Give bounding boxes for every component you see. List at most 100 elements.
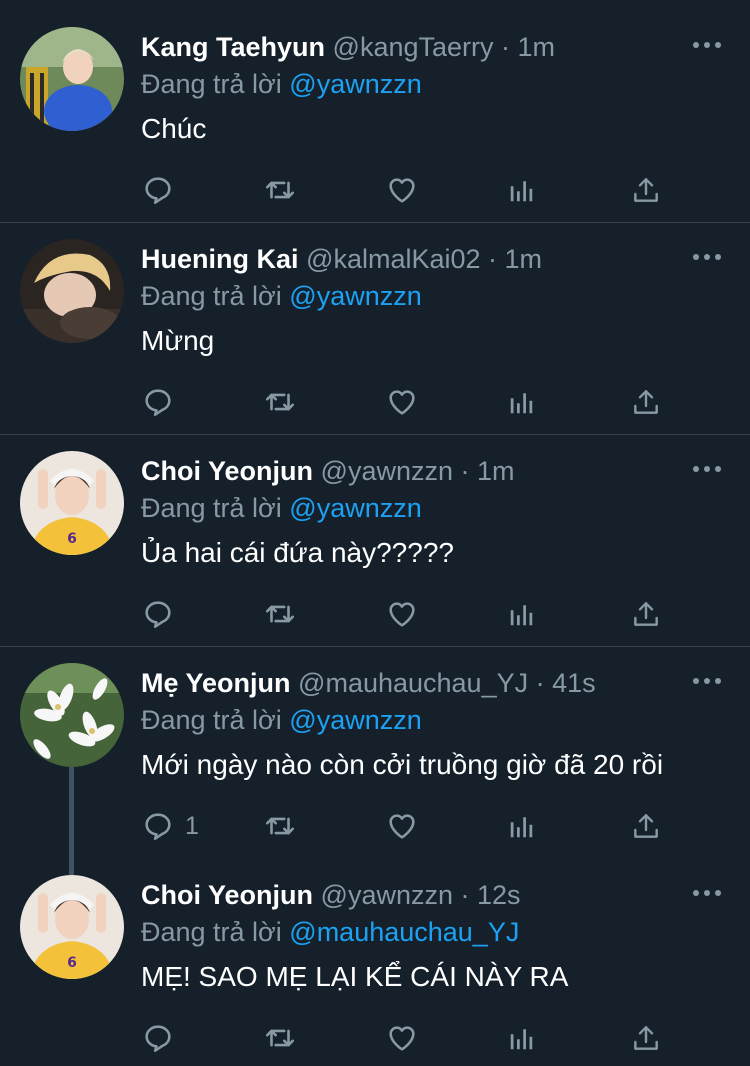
reply-icon [145,389,171,417]
tweet-actions: 1 [141,806,681,846]
retweet-icon [265,393,295,411]
more-icon[interactable] [692,886,722,898]
thread-line [69,848,74,875]
display-name[interactable]: Huening Kai [141,244,299,274]
mention-link[interactable]: @yawnzzn [289,69,421,99]
handle[interactable]: @mauhauchau_YJ [298,668,528,698]
more-icon[interactable] [692,250,722,262]
retweet-button[interactable] [262,170,298,210]
thread-line [69,767,74,848]
tweet-header: Mẹ Yeonjun @mauhauchau_YJ · 41s [141,664,680,702]
analytics-icon [510,393,533,414]
analytics-icon [510,817,533,838]
avatar[interactable]: 6 [20,451,124,555]
tweet-text: Mới ngày nào còn cởi truồng giờ đã 20 rồ… [141,749,664,780]
analytics-button[interactable] [507,382,537,422]
share-button[interactable] [630,1018,662,1058]
display-name[interactable]: Choi Yeonjun [141,456,313,486]
handle[interactable]: @yawnzzn [321,880,453,910]
tweet[interactable]: 6 Choi Yeonjun @yawnzzn · 1m Đang trả lờ… [0,424,750,647]
tweet[interactable]: Mẹ Yeonjun @mauhauchau_YJ · 41s Đang trả… [0,636,750,848]
tweet[interactable]: Huening Kai @kalmalKai02 · 1m Đang trả l… [0,212,750,435]
replying-to: Đang trả lời @yawnzzn [141,278,422,314]
replying-prefix: Đang trả lời [141,493,282,523]
analytics-button[interactable] [507,594,537,634]
timestamp[interactable]: · 1m [461,456,515,486]
more-icon[interactable] [692,462,722,474]
replying-to: Đang trả lời @yawnzzn [141,702,422,738]
share-button[interactable] [630,382,662,422]
timestamp[interactable]: · 41s [536,668,596,698]
reply-icon [145,177,171,205]
heart-icon [389,390,415,415]
like-button[interactable] [385,806,419,846]
avatar[interactable]: 6 [20,875,124,979]
tweet-text: Ủa hai cái đứa này????? [141,537,454,568]
mention-link[interactable]: @mauhauchau_YJ [289,917,519,947]
display-name[interactable]: Kang Taehyun [141,32,325,62]
mention-link[interactable]: @yawnzzn [289,281,421,311]
heart-icon [389,1026,415,1051]
heart-icon [389,602,415,627]
share-icon [634,814,658,838]
analytics-icon [510,181,533,202]
mention-link[interactable]: @yawnzzn [289,705,421,735]
tweet-text: Mừng [141,325,215,356]
like-button[interactable] [385,1018,419,1058]
reply-button[interactable] [141,170,185,210]
tweet-actions [141,594,681,634]
retweet-button[interactable] [262,594,298,634]
retweet-button[interactable] [262,382,298,422]
like-button[interactable] [385,170,419,210]
share-button[interactable] [630,170,662,210]
analytics-icon [510,1029,533,1050]
retweet-icon [265,1029,295,1047]
svg-text:6: 6 [67,955,77,971]
reply-icon [145,1025,171,1053]
share-icon [634,1026,658,1050]
tweet-actions [141,170,681,210]
share-icon [634,178,658,202]
reply-button[interactable] [141,594,185,634]
heart-icon [389,814,415,839]
like-button[interactable] [385,382,419,422]
more-icon[interactable] [692,674,722,686]
timestamp[interactable]: · 12s [461,880,521,910]
share-button[interactable] [630,594,662,634]
tweet[interactable]: 6 Choi Yeonjun @yawnzzn · 12s Đang trả l… [0,848,750,1066]
handle[interactable]: @yawnzzn [321,456,453,486]
analytics-button[interactable] [507,1018,537,1058]
share-button[interactable] [630,806,662,846]
timestamp[interactable]: · 1m [488,244,542,274]
reply-button[interactable] [141,382,185,422]
display-name[interactable]: Choi Yeonjun [141,880,313,910]
handle[interactable]: @kangTaerry [333,32,494,62]
analytics-button[interactable] [507,170,537,210]
tweet-actions [141,382,681,422]
retweet-icon [265,181,295,199]
analytics-button[interactable] [507,806,537,846]
replying-prefix: Đang trả lời [141,281,282,311]
avatar[interactable] [20,239,124,343]
mention-link[interactable]: @yawnzzn [289,493,421,523]
display-name[interactable]: Mẹ Yeonjun [141,668,291,698]
retweet-button[interactable] [262,1018,298,1058]
reply-button[interactable]: 1 [141,806,199,846]
like-button[interactable] [385,594,419,634]
reply-count: 1 [185,811,199,840]
avatar[interactable] [20,663,124,767]
avatar[interactable] [20,27,124,131]
tweet-actions [141,1018,681,1058]
tweet[interactable]: Kang Taehyun @kangTaerry · 1m Đang trả l… [0,0,750,223]
reply-button[interactable] [141,1018,185,1058]
more-icon[interactable] [692,38,722,50]
reply-icon [145,813,171,841]
replying-to: Đang trả lời @yawnzzn [141,66,422,102]
retweet-icon [265,817,295,835]
tweet-text: MẸ! SAO MẸ LẠI KỂ CÁI NÀY RA [141,961,569,992]
timestamp[interactable]: · 1m [501,32,555,62]
replying-to: Đang trả lời @yawnzzn [141,490,422,526]
retweet-button[interactable] [262,806,298,846]
tweet-header: Kang Taehyun @kangTaerry · 1m [141,28,680,66]
handle[interactable]: @kalmalKai02 [306,244,481,274]
